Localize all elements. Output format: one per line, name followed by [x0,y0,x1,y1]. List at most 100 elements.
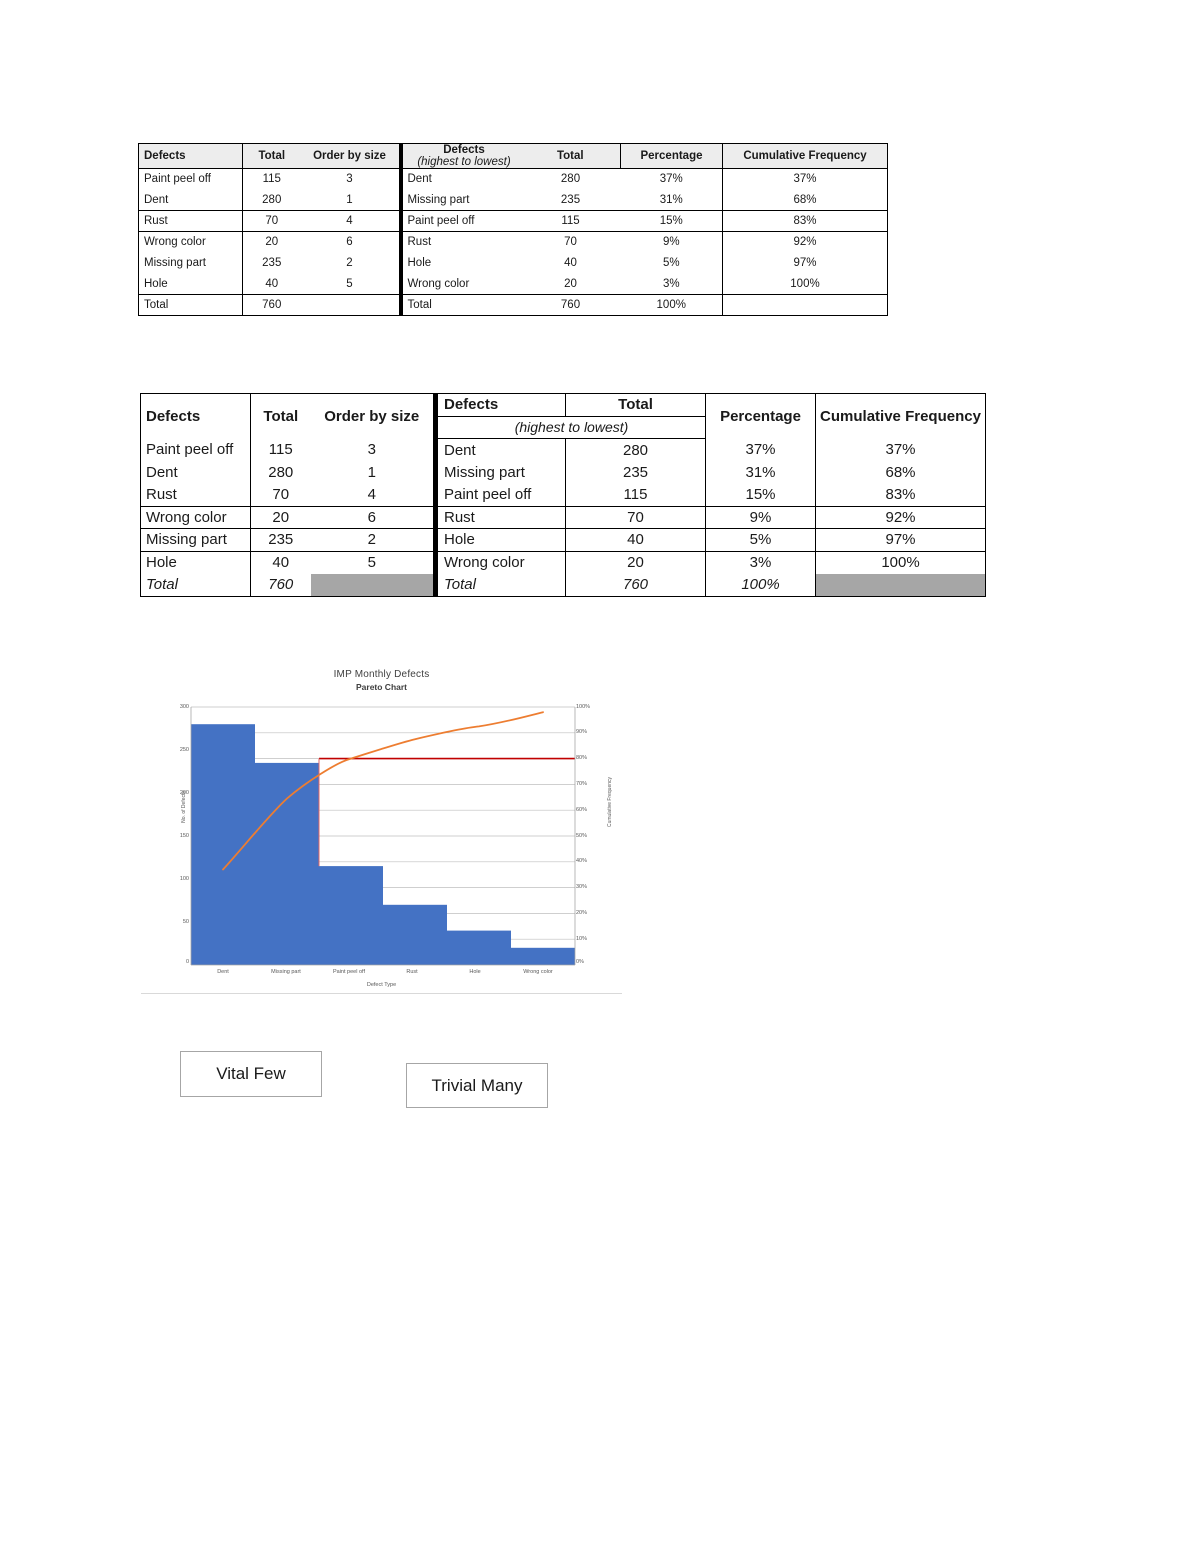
t2-l-total: 235 [250,528,311,552]
t2-r-defect: Dent [433,438,566,461]
t2-l-total-value: 760 [250,573,311,597]
t2-l-defect: Dent [140,461,251,484]
callout-trivial-many: Trivial Many [406,1063,548,1108]
t1-r-pct: 37% [659,173,683,186]
t2-l-defect: Paint peel off [140,438,251,461]
t2-l-defect: Wrong color [140,506,251,529]
t1-header-defects: Defects [138,143,243,169]
t1-header-cumulative: Cumulative Frequency [722,143,888,169]
t1-l-order: 3 [300,168,401,190]
t1-l-total: 280 [242,189,301,211]
t1-r-total-value: 760 [520,294,621,316]
t2-r-cum: 68% [815,461,986,484]
t1-r-cum: 83% [722,210,888,232]
t2-header-defects: Defects [140,393,251,439]
t2-r-total: 235 [565,461,706,484]
t2-l-total: 40 [250,551,311,574]
t2-l-total: 20 [250,506,311,529]
t2-header-total-sorted: Total [565,393,706,417]
t2-header-total: Total [250,393,311,439]
table-row: Rust 70 4 Paint peel off 115 15% 83% [138,210,888,232]
t1-r-total-cum [722,294,888,316]
t1-r-cum: 92% [722,231,888,253]
t1-r-defect: Wrong color [398,273,521,295]
t1-l-defect: Hole [138,273,243,295]
t1-r-total-label: Total [398,294,521,316]
t2-l-total-label: Total [140,573,251,597]
t1-header-total: Total [242,143,301,169]
t1-r-total: 70 [564,236,577,249]
t2-r-total-value: 760 [565,573,706,597]
t1-l-defect: Rust [138,210,243,232]
t2-r-defect: Wrong color [433,551,566,574]
t2-l-defect: Rust [140,483,251,507]
t2-header-defects-sorted: Defects [433,393,566,417]
t2-r-total: 280 [565,438,706,461]
t2-r-defect: Hole [433,528,566,552]
defects-table-1: Defects Total Order by size Defects (hig… [138,143,888,316]
t2-r-cum: 37% [815,438,986,461]
defects-table-2: Defects Total Order by size Defects Tota… [140,393,986,597]
t1-l-defect: Dent [138,189,243,211]
t1-r-pct: 3% [620,273,723,295]
table-row: Dent 280 1 Missing part 235 31% 68% [140,461,986,484]
t1-l-total: 70 [242,210,301,232]
t2-r-cum: 92% [815,506,986,529]
t1-r-pct: 5% [662,257,680,269]
t2-r-cum: 97% [815,528,986,552]
t1-l-total: 235 [242,252,301,274]
table-row: Dent 280 1 Missing part 235 31% 68% [138,189,888,211]
t1-r-defect: Rust [398,231,521,253]
t2-r-total: 40 [565,528,706,552]
t2-l-order: 5 [310,551,436,574]
t2-r-pct: 3% [705,551,816,574]
pareto-table-compact: Defects Total Order by size Defects (hig… [138,143,888,316]
t1-r-total: 20 [520,273,621,295]
bar-rust [383,904,447,965]
table-total-row: Total 760 Total 760 100% [140,573,986,597]
t2-r-cum: 100% [815,551,986,574]
t1-r-total: 235 [520,189,621,211]
t1-r-pct: 31% [620,189,723,211]
t2-l-order: 3 [310,438,436,461]
t2-r-cum: 83% [815,483,986,507]
t2-header-sub: (highest to lowest) [433,416,706,439]
table-row: Paint peel off 115 3 Dent 280 37% 37% [140,438,986,461]
t1-r-total: 115 [520,210,621,232]
t2-header-cumulative: Cumulative Frequency [815,393,986,439]
table-row: Wrong color 20 6 Rust 70 9% 92% [140,506,986,529]
t1-r-cum: 97% [722,252,888,274]
table-row: Hole 40 5 Wrong color 20 3% 100% [138,273,888,295]
t1-header-defects-sorted: Defects (highest to lowest) [398,143,521,169]
t2-r-total: 70 [565,506,706,529]
t2-r-pct: 5% [705,528,816,552]
t2-l-order: 6 [310,506,436,529]
table-row: Rust 70 4 Paint peel off 115 15% 83% [140,483,986,507]
t1-hdr-sub-label: (highest to lowest) [417,156,511,168]
t2-r-total-cum [815,573,986,597]
table-row: Missing part 235 2 Hole 40 5% 97% [138,252,888,274]
t2-l-defect: Missing part [140,528,251,552]
t2-l-order: 1 [310,461,436,484]
t2-l-total: 280 [250,461,311,484]
t2-r-pct: 31% [705,461,816,484]
t2-l-order: 2 [310,528,436,552]
t1-l-total: 20 [242,231,301,253]
t2-header-order: Order by size [310,393,436,439]
t2-r-total: 20 [565,551,706,574]
t2-r-total: 115 [565,483,706,507]
bar-missing-part [255,762,319,965]
t2-header-percentage: Percentage [705,393,816,439]
table-row: Wrong color 20 6 Rust 70 9% 92% [138,231,888,253]
t1-l-order: 6 [300,231,401,253]
t1-header-order: Order by size [300,143,401,169]
t1-l-order: 5 [300,273,401,295]
t1-r-pct: 9% [662,236,680,249]
t2-l-total-order [310,573,436,597]
t1-r-cum: 68% [722,189,888,211]
t2-r-defect: Rust [433,506,566,529]
t1-l-total-order [300,294,401,316]
t1-l-defect: Paint peel off [138,168,243,190]
bar-hole [447,930,511,965]
t1-l-total: 115 [242,168,301,190]
